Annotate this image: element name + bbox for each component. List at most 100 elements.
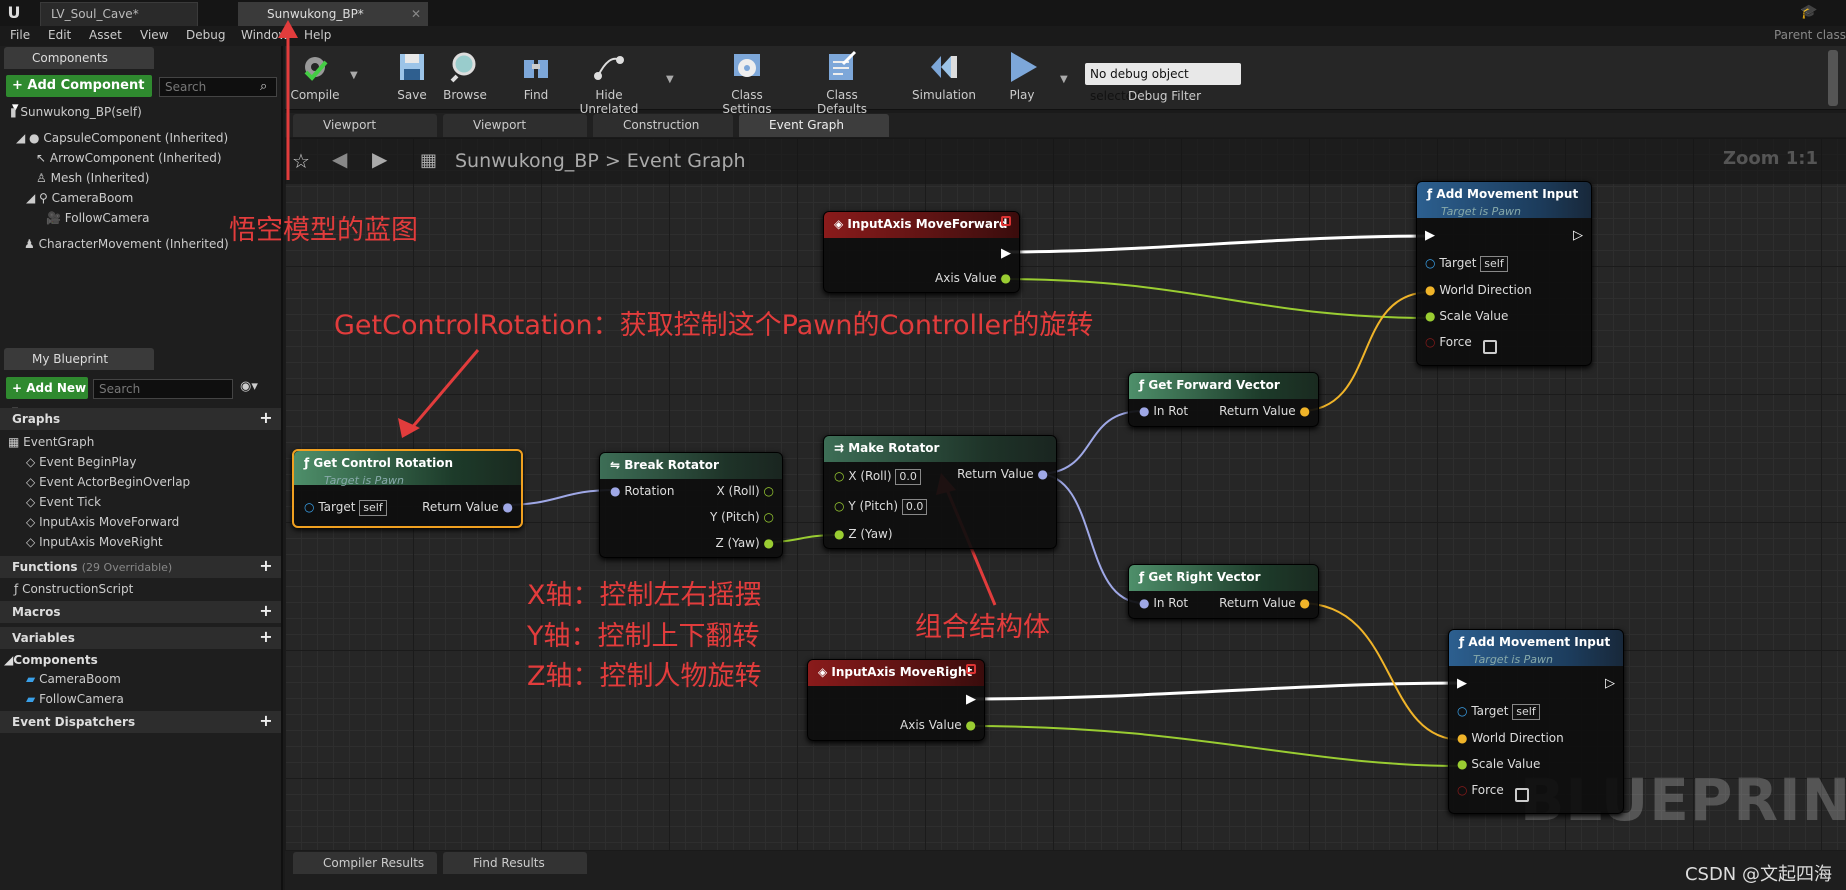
node-header: ◈ InputAxis MoveForward	[824, 212, 1019, 238]
node-header: ƒ Add Movement Input Target is Pawn	[1417, 182, 1591, 218]
target-pin[interactable]: ○ Target self	[1425, 256, 1508, 272]
y-pitch-pin[interactable]: Y (Pitch) ○	[710, 510, 774, 524]
self-box[interactable]: self	[359, 500, 387, 516]
x-roll-pin[interactable]: X (Roll) ○	[716, 484, 774, 498]
exec-in-pin[interactable]: ▶	[1457, 676, 1467, 691]
node-header: ⇋ Break Rotator	[600, 453, 782, 479]
tab-compiler-results-label: Compiler Results	[323, 856, 425, 870]
world-direction-pin[interactable]: ● World Direction	[1457, 731, 1564, 745]
node-title: Break Rotator	[624, 458, 719, 472]
force-checkbox[interactable]	[1483, 340, 1497, 354]
exec-in-pin[interactable]: ▶	[1425, 228, 1435, 243]
node-header: ƒ Get Forward Vector	[1129, 373, 1318, 399]
x-value-input[interactable]: 0.0	[895, 469, 921, 485]
axis-value-pin[interactable]: Axis Value ●	[900, 718, 976, 732]
node-subtitle: Target is Pawn	[1473, 653, 1554, 666]
pin-label: Scale Value	[1439, 309, 1509, 323]
annotation-get-control-rotation: GetControlRotation：获取控制这个Pawn的Controller…	[334, 310, 1094, 341]
return-value-pin[interactable]: Return Value ●	[422, 500, 513, 514]
node-subtitle: Target is Pawn	[324, 474, 405, 487]
z-yaw-pin[interactable]: ● Z (Yaw)	[834, 527, 893, 541]
node-get-control-rotation[interactable]: ƒ Get Control Rotation Target is Pawn ○ T…	[292, 449, 523, 528]
pin-label: Y (Pitch)	[709, 510, 760, 524]
z-yaw-pin[interactable]: Z (Yaw) ●	[715, 536, 774, 550]
force-pin[interactable]: ○ Force	[1425, 335, 1472, 349]
self-box[interactable]: self	[1512, 704, 1540, 720]
pin-label: X (Roll)	[716, 484, 760, 498]
annotation-arrow-head	[278, 20, 298, 38]
return-value-pin[interactable]: Return Value ●	[1219, 404, 1310, 418]
node-get-right-vector[interactable]: ƒ Get Right Vector ● In Rot Return Value…	[1128, 564, 1319, 619]
pin-label: Z (Yaw)	[848, 527, 893, 541]
target-pin[interactable]: ○ Target self	[1457, 704, 1540, 720]
node-header: ƒ Add Movement Input Target is Pawn	[1449, 630, 1623, 666]
node-inputaxis-moveright[interactable]: ◈ InputAxis MoveRight ▶ Axis Value ●	[807, 659, 985, 741]
node-add-movement-input-1[interactable]: ƒ Add Movement Input Target is Pawn ▶ ▷ ○…	[1416, 181, 1592, 366]
in-rot-pin[interactable]: ● In Rot	[1139, 596, 1188, 610]
tab-find-results-label: Find Results	[473, 856, 545, 870]
node-get-forward-vector[interactable]: ƒ Get Forward Vector ● In Rot Return Val…	[1128, 372, 1319, 427]
pin-label: Force	[1439, 335, 1472, 349]
annotation-model-blueprint: 悟空模型的蓝图	[229, 215, 418, 246]
node-add-movement-input-2[interactable]: ƒ Add Movement Input Target is Pawn ▶ ▷ ○…	[1448, 629, 1624, 814]
pin-label: Return Value	[422, 500, 499, 514]
tab-find-results[interactable]: Find Results	[443, 852, 587, 874]
x-roll-pin[interactable]: ○ X (Roll) 0.0	[834, 469, 921, 485]
credit-watermark: CSDN @文起四海	[1684, 864, 1832, 885]
node-title: Make Rotator	[848, 441, 940, 455]
node-break-rotator[interactable]: ⇋ Break Rotator ● Rotation X (Roll) ○ Y …	[599, 452, 783, 558]
node-inputaxis-moveforward[interactable]: ◈ InputAxis MoveForward ▶ Axis Value ●	[823, 211, 1020, 293]
pin-label: World Direction	[1471, 731, 1564, 745]
node-header: ƒ Get Right Vector	[1129, 565, 1318, 591]
node-title: Get Control Rotation	[313, 456, 454, 470]
pin-label: Y (Pitch)	[848, 499, 899, 513]
exec-out-pin[interactable]: ▷	[1605, 676, 1615, 691]
y-value-input[interactable]: 0.0	[901, 499, 928, 515]
node-make-rotator[interactable]: ⇉ Make Rotator ○ X (Roll) 0.0 ○ Y (Pitch…	[823, 435, 1057, 549]
delegate-pin-icon[interactable]	[966, 664, 976, 674]
pin-label: Scale Value	[1471, 757, 1541, 771]
node-subtitle: Target is Pawn	[1441, 205, 1522, 218]
pin-label: Force	[1471, 783, 1504, 797]
node-title: Add Movement Input	[1468, 635, 1611, 649]
pin-label: Target	[1439, 256, 1477, 270]
force-pin[interactable]: ○ Force	[1457, 783, 1504, 797]
annotation-y-axis: Y轴：控制上下翻转	[527, 621, 760, 652]
rotation-pin[interactable]: ● Rotation	[610, 484, 675, 498]
node-title: InputAxis MoveForward	[847, 217, 1008, 231]
vector-wire	[1299, 291, 1432, 412]
return-value-pin[interactable]: Return Value ●	[1219, 596, 1310, 610]
node-title: Add Movement Input	[1436, 187, 1579, 201]
node-header: ⇉ Make Rotator	[824, 436, 1056, 462]
axis-value-pin[interactable]: Axis Value ●	[935, 271, 1011, 285]
annotation-x-axis: X轴：控制左右摇摆	[527, 580, 762, 611]
scale-value-pin[interactable]: ● Scale Value	[1425, 309, 1508, 323]
exec-out-pin[interactable]: ▶	[1001, 246, 1011, 261]
pin-label: Axis Value	[935, 271, 997, 285]
exec-wire	[967, 681, 1463, 701]
node-header: ◈ InputAxis MoveRight	[808, 660, 984, 686]
node-header: ƒ Get Control Rotation Target is Pawn	[294, 451, 521, 487]
pin-label: Return Value	[957, 467, 1034, 481]
exec-out-pin[interactable]: ▷	[1573, 228, 1583, 243]
force-checkbox[interactable]	[1515, 788, 1529, 802]
delegate-pin-icon[interactable]	[1001, 216, 1011, 226]
pin-label: In Rot	[1153, 596, 1189, 610]
pin-label: Z (Yaw)	[715, 536, 760, 550]
pin-label: Target	[318, 500, 356, 514]
self-box[interactable]: self	[1480, 256, 1508, 272]
tab-compiler-results[interactable]: Compiler Results	[293, 852, 437, 874]
pin-label: Rotation	[624, 484, 675, 498]
pin-label: Return Value	[1219, 404, 1296, 418]
y-pitch-pin[interactable]: ○ Y (Pitch) 0.0	[834, 499, 928, 515]
target-pin[interactable]: ○ Target self	[304, 500, 387, 516]
node-title: InputAxis MoveRight	[831, 665, 973, 679]
in-rot-pin[interactable]: ● In Rot	[1139, 404, 1188, 418]
scale-value-pin[interactable]: ● Scale Value	[1457, 757, 1540, 771]
world-direction-pin[interactable]: ● World Direction	[1425, 283, 1532, 297]
annotation-z-axis: Z轴：控制人物旋转	[527, 661, 762, 692]
pin-label: Axis Value	[900, 718, 962, 732]
exec-out-pin[interactable]: ▶	[966, 692, 976, 707]
node-title: Get Forward Vector	[1148, 378, 1280, 392]
return-value-pin[interactable]: Return Value ●	[957, 467, 1048, 481]
